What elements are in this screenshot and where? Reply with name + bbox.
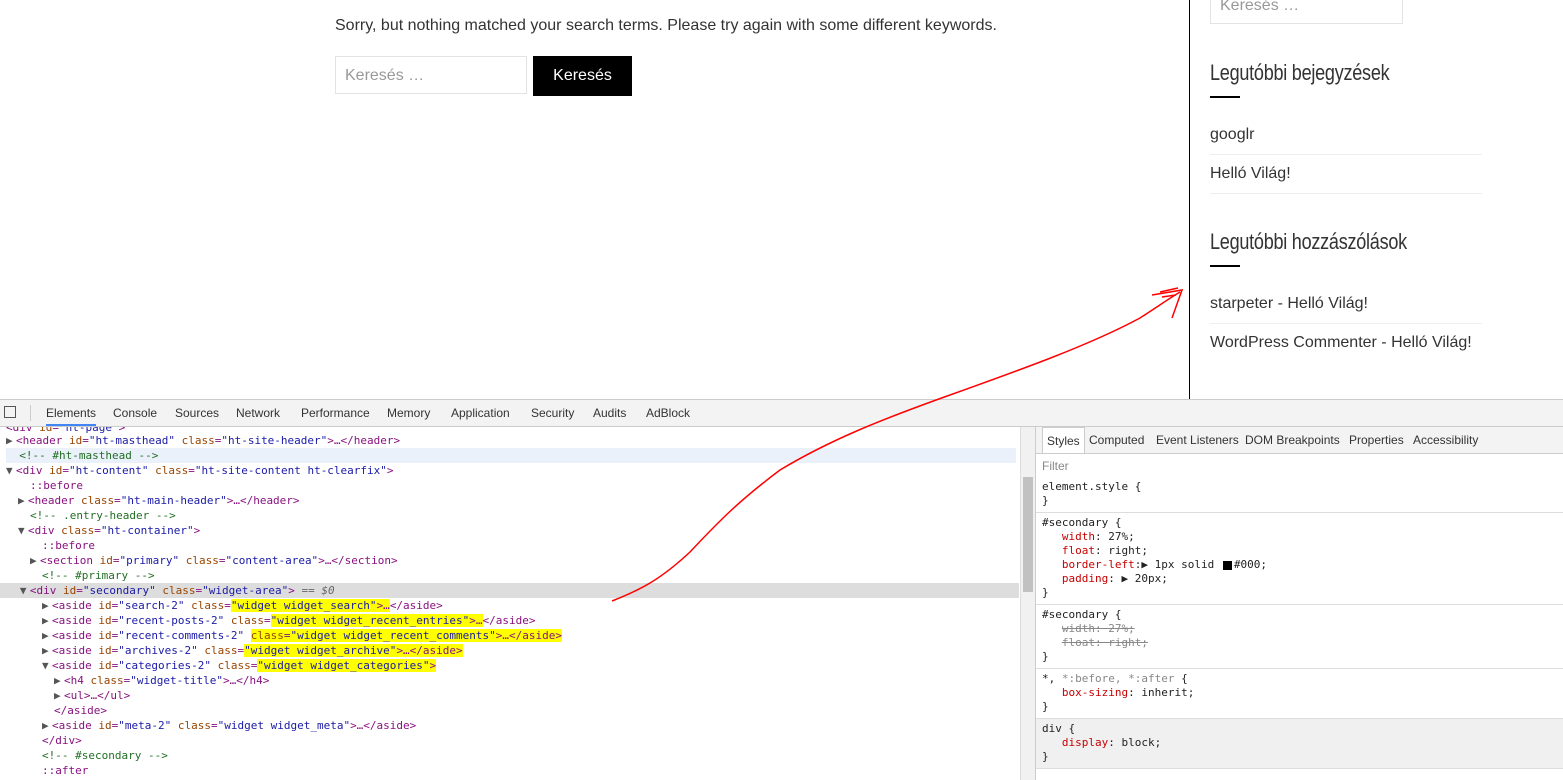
tab-elements[interactable]: Elements	[46, 400, 97, 426]
dom-tree: <div id="ht-page"> ▶ <header id="ht-masth…	[0, 427, 1019, 780]
dom-node[interactable]: ▼ <aside id="categories-2" class="widget …	[42, 658, 1019, 673]
dom-node[interactable]: </aside>	[54, 703, 1019, 718]
divider	[30, 405, 31, 421]
tab-properties[interactable]: Properties	[1349, 427, 1404, 453]
dom-comment[interactable]: <!-- #secondary -->	[42, 748, 1019, 763]
css-rule[interactable]: *, *:before, *:after { box-sizing: inher…	[1036, 669, 1563, 719]
dom-node[interactable]: ▶ <aside id="archives-2" class="widget wi…	[42, 643, 1019, 658]
recent-post-link[interactable]: Helló Világ!	[1210, 155, 1482, 194]
tab-audits[interactable]: Audits	[593, 400, 626, 426]
styles-tabbar: Styles Computed Event Listeners DOM Brea…	[1036, 427, 1563, 454]
recent-posts-title: Legutóbbi bejegyzések	[1210, 60, 1390, 85]
no-results-message: Sorry, but nothing matched your search t…	[335, 17, 997, 34]
tab-security[interactable]: Security	[531, 400, 574, 426]
dom-pseudo[interactable]: ::before	[30, 478, 1019, 493]
tab-console[interactable]: Console	[113, 400, 157, 426]
dom-comment[interactable]: <!-- #ht-masthead -->	[6, 448, 1016, 463]
recent-comment-link[interactable]: starpeter - Helló Világ!	[1210, 285, 1482, 324]
css-rule[interactable]: #secondary { width: 27%; float: right; }	[1036, 605, 1563, 669]
sidebar: Keresés … Legutóbbi bejegyzések googlr H…	[1189, 0, 1563, 399]
title-underline	[1210, 96, 1240, 98]
dom-node[interactable]: ▼ <div id="ht-content" class="ht-site-con…	[6, 463, 1019, 478]
tab-styles[interactable]: Styles	[1042, 427, 1085, 453]
color-swatch[interactable]	[1222, 560, 1232, 570]
dom-scrollbar[interactable]	[1020, 427, 1035, 780]
dom-comment[interactable]: <!-- .entry-header -->	[30, 508, 1019, 523]
recent-comment-link[interactable]: WordPress Commenter - Helló Világ!	[1210, 324, 1482, 362]
styles-pane: Styles Computed Event Listeners DOM Brea…	[1035, 427, 1563, 780]
dom-node[interactable]: ▶ <section id="primary" class="content-ar…	[30, 553, 1019, 568]
dom-node[interactable]: </div>	[42, 733, 1019, 748]
dom-node[interactable]: ▶ <aside id="recent-posts-2" class="widge…	[42, 613, 1019, 628]
dom-node[interactable]: ▶ <header class="ht-main-header">…</heade…	[18, 493, 1019, 508]
dom-node-selected[interactable]: ▼ <div id="secondary" class="widget-area"…	[0, 583, 1019, 598]
tab-memory[interactable]: Memory	[387, 400, 430, 426]
tab-performance[interactable]: Performance	[301, 400, 370, 426]
styles-filter-input[interactable]: Filter	[1042, 459, 1069, 473]
device-toolbar-icon[interactable]	[4, 406, 16, 418]
dom-node[interactable]: ▶ <h4 class="widget-title">…</h4>	[54, 673, 1019, 688]
recent-post-link[interactable]: googlr	[1210, 116, 1482, 155]
dom-node[interactable]: ▶ <aside id="recent-comments-2" class="wi…	[42, 628, 1019, 643]
dom-node[interactable]: ▶ <header id="ht-masthead" class="ht-site…	[6, 433, 1019, 448]
tab-application[interactable]: Application	[451, 400, 510, 426]
title-underline	[1210, 265, 1240, 267]
devtools-panel: Elements Console Sources Network Perform…	[0, 399, 1563, 780]
scrollbar-thumb[interactable]	[1023, 477, 1033, 592]
search-input[interactable]: Keresés …	[335, 56, 527, 94]
dom-node[interactable]: ▶ <ul>…</ul>	[54, 688, 1019, 703]
css-rule[interactable]: div { display: block; }	[1036, 719, 1563, 769]
css-rules: element.style { } #secondary { width: 27…	[1036, 477, 1563, 769]
tab-sources[interactable]: Sources	[175, 400, 219, 426]
recent-comments-title: Legutóbbi hozzászólások	[1210, 229, 1407, 254]
devtools-tabbar: Elements Console Sources Network Perform…	[0, 400, 1563, 427]
tab-network[interactable]: Network	[236, 400, 280, 426]
tab-computed[interactable]: Computed	[1089, 427, 1144, 453]
dom-pseudo[interactable]: ::before	[42, 538, 1019, 553]
dom-pseudo[interactable]: ::after	[42, 763, 1019, 778]
css-rule[interactable]: #secondary { width: 27%; float: right; b…	[1036, 513, 1563, 605]
dom-node[interactable]: ▶ <aside id="search-2" class="widget widg…	[42, 598, 1019, 613]
tab-event-listeners[interactable]: Event Listeners	[1156, 427, 1239, 453]
sidebar-search-input[interactable]: Keresés …	[1210, 0, 1403, 24]
tab-accessibility[interactable]: Accessibility	[1413, 427, 1478, 453]
dom-comment[interactable]: <!-- #primary -->	[42, 568, 1019, 583]
css-rule[interactable]: element.style { }	[1036, 477, 1563, 513]
search-button[interactable]: Keresés	[533, 56, 632, 96]
webpage-viewport: Sorry, but nothing matched your search t…	[0, 0, 1563, 399]
dom-node[interactable]: ▶ <aside id="meta-2" class="widget widget…	[42, 718, 1019, 733]
tab-adblock[interactable]: AdBlock	[646, 400, 690, 426]
dom-node[interactable]: ▼ <div class="ht-container">	[18, 523, 1019, 538]
tab-dom-breakpoints[interactable]: DOM Breakpoints	[1245, 427, 1340, 453]
